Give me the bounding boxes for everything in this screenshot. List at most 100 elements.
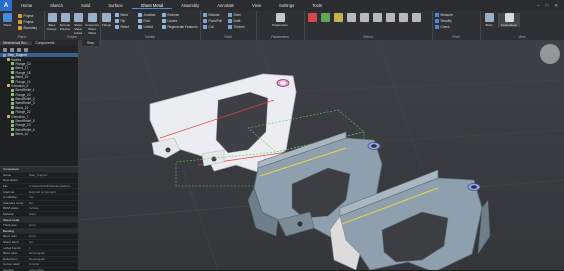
simplify-button[interactable]: Simplify [435, 19, 452, 23]
feature-icon [11, 128, 14, 132]
close-icon[interactable]: ✕ [554, 3, 558, 9]
emboss-button[interactable]: Emboss [162, 13, 179, 17]
select-tool-5[interactable] [360, 13, 369, 23]
draft-icon [228, 19, 232, 23]
viewport-tab[interactable]: Step [82, 40, 100, 46]
project-button[interactable]: Project [18, 14, 33, 18]
plane-icon [3, 13, 12, 22]
viewcube-icon[interactable] [540, 44, 560, 64]
parameters-icon [275, 13, 285, 22]
extrude-button[interactable]: Extrude [203, 13, 220, 17]
property-value: Include [29, 206, 39, 211]
rip-button[interactable]: Rip [115, 19, 125, 23]
thicken-icon [228, 25, 232, 29]
junction-icon [138, 13, 142, 17]
plane-button[interactable]: Plane [3, 13, 12, 27]
fold-button[interactable]: Fold [138, 19, 150, 23]
relief-button[interactable]: Relief [115, 25, 129, 29]
extrude-icon [203, 13, 207, 17]
menu-sheet-metal[interactable]: Sheet Metal [131, 3, 173, 9]
select-tool-3[interactable] [334, 13, 343, 23]
tree-node-label: Flange_20 [15, 92, 31, 97]
select-tool-1[interactable] [308, 13, 317, 23]
measure-button[interactable]: Measure [435, 13, 453, 17]
tree-node-label: Flange_14 [15, 79, 31, 84]
filter-icon[interactable] [3, 47, 7, 52]
select-icon-9 [412, 13, 421, 22]
tree-node[interactable]: Bend_10 [0, 132, 78, 136]
menu-tools[interactable]: Tools [303, 3, 331, 8]
property-value: 1mm [29, 234, 36, 239]
menu-assembly[interactable]: Assembly [172, 3, 208, 8]
regenerate-button[interactable]: Regenerate Features [162, 25, 198, 29]
menu-settings[interactable]: Settings [270, 3, 303, 8]
featureless-button[interactable]: Featureless [498, 13, 520, 27]
draft-button[interactable]: Draft [228, 19, 240, 23]
check-button[interactable]: Check [435, 25, 450, 29]
pin-icon[interactable] [24, 47, 28, 52]
project-label: Project [23, 14, 34, 18]
push-pull-icon [203, 19, 207, 23]
minimize-icon[interactable]: – [537, 3, 540, 9]
menu-home[interactable]: Home [12, 3, 41, 8]
ribbon-group-parameters: Parameters Parameters [256, 11, 305, 40]
parameters-button[interactable]: Parameters [260, 13, 300, 27]
junction-button[interactable]: Junction [138, 13, 155, 17]
maximize-icon[interactable]: □ [546, 3, 549, 9]
tab-components[interactable]: Components [32, 41, 57, 45]
base-flange-icon [47, 13, 57, 22]
menu-surface[interactable]: Surface [99, 3, 131, 8]
window-controls: – □ ✕ [537, 3, 564, 9]
menu-solid[interactable]: Solid [72, 3, 99, 8]
property-key: Relief form [3, 256, 18, 261]
ribbon-group-modify: Flange Bend Rip Relief Junction Fold Unf… [100, 11, 201, 40]
project2-button[interactable]: Project [18, 20, 33, 24]
simplify-label: Simplify [440, 19, 452, 23]
tab-mechanical-browser[interactable]: Mechanical Bro... [0, 41, 33, 45]
sheet-metal-lofted-label: Sheet Metal Lofted [73, 23, 83, 35]
tree-node-label: Bodies [11, 57, 22, 62]
3d-viewport[interactable]: Step [78, 40, 564, 270]
group-label-modify: Modify [145, 35, 155, 39]
app-logo[interactable]: A [0, 0, 12, 11]
property-key: Is editable [3, 195, 17, 200]
convert-sheet-metal-button[interactable]: Convert to Sheet Metal [85, 13, 99, 35]
menu-sketch[interactable]: Sketch [41, 3, 72, 8]
flange-label: Flange [102, 23, 112, 27]
part-icon [3, 53, 6, 57]
louvre-button[interactable]: Louvre [162, 19, 177, 23]
extrude-polyline-button[interactable]: Extrude Polyline [59, 13, 71, 31]
select-tool-4[interactable] [347, 13, 356, 23]
select-tool-8[interactable] [399, 13, 408, 23]
menu-annotate[interactable]: Annotate [208, 3, 243, 8]
cut-button[interactable]: Cut [203, 25, 213, 29]
unfold-button[interactable]: Unfold [138, 25, 153, 29]
tree-node-label: BendRelief_6 [15, 127, 35, 132]
viewport-tab-label: Step [87, 41, 95, 45]
boundary-button[interactable]: Boundary [18, 26, 37, 30]
select-tool-9[interactable] [412, 13, 421, 23]
sheet-metal-lofted-button[interactable]: Sheet Metal Lofted [72, 13, 84, 35]
bend-button[interactable]: Bend [115, 13, 128, 17]
app-window: A Home Sketch Solid Surface Sheet Metal … [0, 0, 564, 271]
property-key: Component [3, 167, 19, 172]
thicken-button[interactable]: Thicken [228, 25, 245, 29]
collapse-icon[interactable] [17, 47, 21, 52]
body-button[interactable]: Body [482, 13, 496, 27]
fold-label: Fold [143, 19, 150, 23]
property-key: Sharp bend [3, 240, 19, 245]
flange-button[interactable]: Flange [102, 13, 111, 27]
property-key: Lofted bends [3, 245, 21, 250]
select-tool-2[interactable] [321, 13, 330, 23]
base-flange-button[interactable]: Base Flange [46, 13, 58, 31]
menu-view[interactable]: View [243, 3, 270, 8]
expand-icon[interactable] [10, 47, 14, 52]
boundary-icon [18, 26, 22, 30]
select-tool-6[interactable] [373, 13, 382, 23]
select-tool-7[interactable] [386, 13, 395, 23]
push-pull-button[interactable]: Push/Pull [203, 19, 222, 23]
feature-icon [11, 71, 14, 75]
tree-node-label: Extrusion_6 [11, 83, 29, 88]
shell-button[interactable]: Shell [228, 13, 241, 17]
rip-icon [115, 19, 119, 23]
